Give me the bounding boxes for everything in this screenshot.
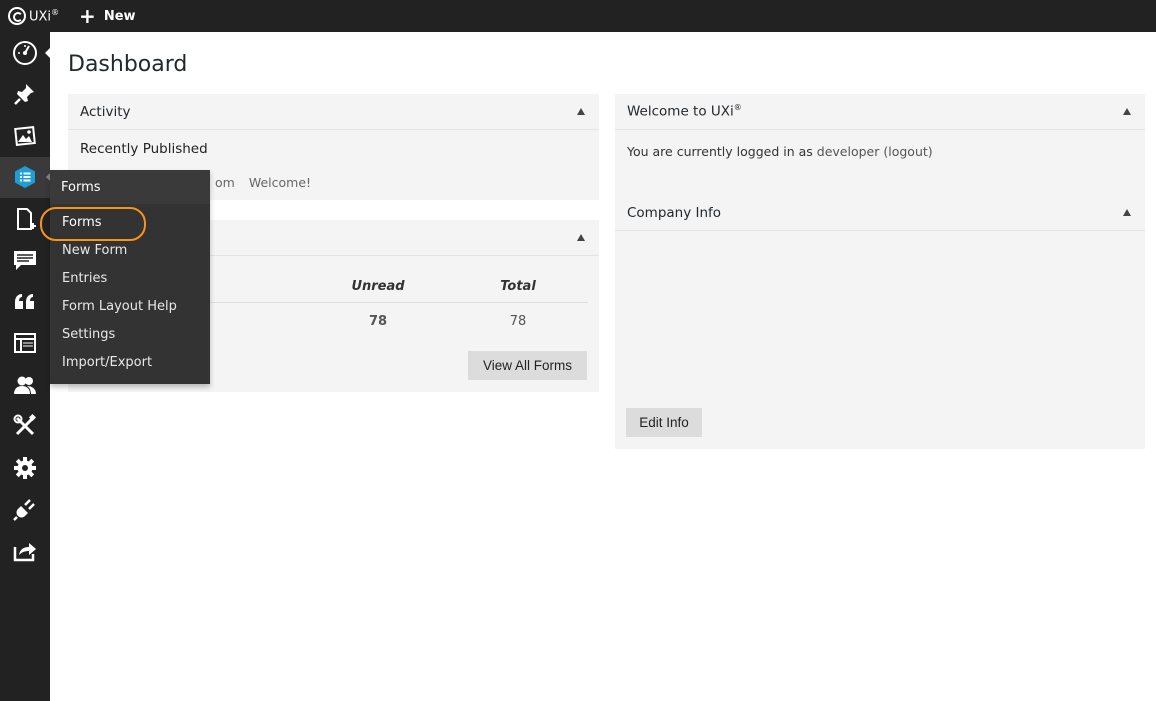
media-icon [14, 125, 36, 146]
company-info-title: Company Info [627, 204, 722, 221]
quote-icon [15, 293, 34, 309]
logout-close-paren: ) [927, 144, 933, 159]
collapse-toggle-icon[interactable] [1123, 209, 1131, 216]
welcome-widget-header[interactable]: Welcome to UXi® [615, 94, 1145, 130]
sidebar-item-media[interactable] [0, 115, 50, 157]
page-title: Dashboard [68, 52, 188, 77]
sidebar-item-layouts[interactable] [0, 323, 50, 365]
logo-text: UXi [29, 9, 52, 25]
admin-top-bar: UXi® + New [0, 0, 1156, 32]
welcome-widget-body: You are currently logged in as developer… [615, 130, 1145, 171]
username-link[interactable]: developer [817, 144, 880, 159]
new-button[interactable]: + New [79, 6, 135, 26]
collapse-toggle-icon[interactable] [1123, 108, 1131, 115]
layout-icon [14, 333, 36, 354]
gear-icon [14, 456, 36, 479]
welcome-widget-title: Welcome to UXi [627, 103, 734, 120]
sidebar-item-forms[interactable] [0, 156, 50, 198]
flyout-item-import-export[interactable]: Import/Export [50, 348, 210, 376]
sidebar-item-testimonials[interactable] [0, 281, 50, 323]
admin-sidebar [0, 32, 51, 701]
edit-info-button[interactable]: Edit Info [626, 408, 702, 437]
unread-count[interactable]: 78 [308, 314, 448, 329]
recent-post-date: om [215, 175, 235, 190]
forms-icon [15, 166, 35, 189]
total-column-header: Total [500, 278, 536, 294]
collapse-toggle-icon[interactable] [577, 234, 585, 241]
main-content: Dashboard Activity Recently Published om… [50, 32, 1156, 701]
flyout-item-settings[interactable]: Settings [50, 320, 210, 348]
unread-column-header: Unread [351, 278, 405, 294]
collapse-toggle-icon[interactable] [577, 108, 585, 115]
recent-post-link[interactable]: Welcome! [249, 175, 311, 190]
logged-in-text: You are currently logged in as [627, 144, 813, 159]
sidebar-item-dashboard[interactable] [0, 32, 51, 74]
forms-flyout-menu: Forms Forms New Form Entries Form Layout… [50, 170, 210, 384]
plugins-icon [13, 499, 35, 522]
sidebar-item-export[interactable] [0, 530, 50, 572]
logout-link[interactable]: logout [888, 144, 928, 159]
users-icon [14, 376, 36, 394]
activity-widget-header[interactable]: Activity [68, 94, 599, 130]
comments-icon [14, 251, 36, 271]
view-all-forms-button[interactable]: View All Forms [468, 351, 587, 380]
sidebar-item-settings[interactable] [0, 447, 50, 489]
sidebar-item-comments[interactable] [0, 240, 50, 282]
site-logo[interactable]: UXi® [0, 0, 59, 32]
recently-published-heading: Recently Published [80, 141, 208, 157]
sidebar-item-users[interactable] [0, 364, 50, 406]
welcome-reg-mark: ® [733, 103, 742, 113]
export-icon [13, 542, 36, 561]
flyout-menu-title[interactable]: Forms [50, 170, 210, 204]
pin-icon [14, 84, 34, 106]
activity-widget-title: Activity [80, 103, 131, 120]
sidebar-item-posts[interactable] [0, 74, 50, 116]
sidebar-item-plugins[interactable] [0, 489, 50, 531]
highlight-annotation-ring [40, 207, 146, 241]
tools-icon [13, 414, 37, 436]
page-icon [17, 207, 36, 230]
total-count[interactable]: 78 [448, 314, 588, 329]
logo-reg-mark: ® [51, 7, 60, 17]
dashboard-icon [13, 40, 37, 65]
plus-icon: + [79, 4, 96, 28]
company-info-widget: Company Info Edit Info [615, 195, 1145, 449]
flyout-item-entries[interactable]: Entries [50, 264, 210, 292]
flyout-item-form-layout-help[interactable]: Form Layout Help [50, 292, 210, 320]
sidebar-item-tools[interactable] [0, 406, 50, 448]
welcome-widget: Welcome to UXi® You are currently logged… [615, 94, 1145, 207]
company-info-widget-header[interactable]: Company Info [615, 195, 1145, 231]
logo-icon [8, 7, 26, 25]
new-label: New [103, 8, 136, 24]
